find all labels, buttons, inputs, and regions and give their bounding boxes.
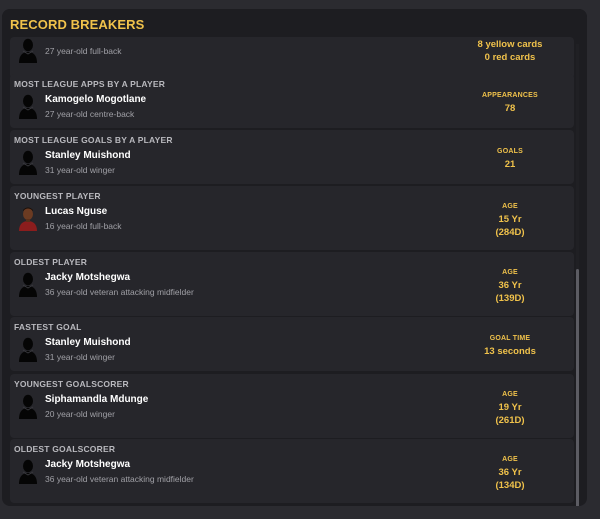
stat-value: 19 Yr [498,402,522,413]
record-category-label: MOST LEAGUE APPS BY A PLAYER [14,79,166,89]
player-photo[interactable] [16,205,40,231]
record-stat: GOALS 21 [450,148,570,171]
record-category-label: YOUNGEST GOALSCORER [14,379,129,389]
stat-value: (284D) [495,227,525,238]
player-description: 31 year-old winger [45,352,115,362]
player-description: 20 year-old winger [45,409,115,419]
record-category-label: FASTEST GOAL [14,322,82,332]
stat-label: GOALS [497,148,523,155]
stat-value: 8 yellow cards [477,39,543,50]
silhouette-icon[interactable] [16,336,40,362]
player-description: 36 year-old veteran attacking midfielder [45,287,194,297]
player-description: 27 year-old full-back [45,46,122,56]
record-breakers-panel: RECORD BREAKERS 27 year-old full-back 8 y… [2,9,587,506]
stat-value: 36 Yr [498,280,522,291]
silhouette-icon[interactable] [16,271,40,297]
player-name-link[interactable]: Stanley Muishond [45,150,131,161]
record-card[interactable]: OLDEST PLAYER Jacky Motshegwa 36 year-old… [10,252,574,316]
silhouette-icon[interactable] [16,458,40,484]
stat-value: 15 Yr [498,214,522,225]
silhouette-icon[interactable] [16,393,40,419]
panel-title: RECORD BREAKERS [10,17,145,32]
stat-value: (261D) [495,415,525,426]
stat-label: AGE [502,203,518,210]
record-category-label: OLDEST GOALSCORER [14,444,116,454]
record-stat: APPEARANCES 78 [450,92,570,115]
scrollbar-thumb[interactable] [576,269,579,506]
record-stat: GOAL TIME 13 seconds [450,335,570,358]
player-description: 16 year-old full-back [45,221,122,231]
silhouette-icon[interactable] [16,149,40,175]
player-name-link[interactable]: Jacky Motshegwa [45,272,130,283]
stat-value: 78 [504,103,516,114]
silhouette-icon[interactable] [16,37,40,63]
record-card[interactable]: MOST LEAGUE APPS BY A PLAYER Kamogelo Mo… [10,74,574,128]
record-stat: AGE 36 Yr (139D) [450,269,570,305]
player-description: 31 year-old winger [45,165,115,175]
record-category-label: MOST LEAGUE GOALS BY A PLAYER [14,135,173,145]
record-card[interactable]: YOUNGEST PLAYER Lucas Nguse 16 year-old f… [10,186,574,250]
player-description: 36 year-old veteran attacking midfielder [45,474,194,484]
stat-value: 36 Yr [498,467,522,478]
stat-value: (139D) [495,293,525,304]
stat-label: AGE [502,391,518,398]
stat-value: 21 [504,159,516,170]
stat-value: (134D) [495,480,525,491]
silhouette-icon[interactable] [16,93,40,119]
player-name-link[interactable]: Siphamandla Mdunge [45,394,148,405]
player-name-link[interactable]: Jacky Motshegwa [45,459,130,470]
record-category-label: OLDEST PLAYER [14,257,88,267]
stat-label: AGE [502,456,518,463]
player-description: 27 year-old centre-back [45,109,135,119]
record-category-label: YOUNGEST PLAYER [14,191,101,201]
record-card[interactable]: MOST LEAGUE GOALS BY A PLAYER Stanley Mu… [10,130,574,184]
record-stat: 8 yellow cards 0 red cards [450,38,570,64]
stat-value: 0 red cards [484,52,536,63]
record-card[interactable]: 27 year-old full-back 8 yellow cards 0 red… [10,37,574,79]
stat-label: APPEARANCES [482,92,538,99]
stat-label: GOAL TIME [489,335,531,342]
record-card[interactable]: OLDEST GOALSCORER Jacky Motshegwa 36 year… [10,439,574,503]
player-name-link[interactable]: Kamogelo Mogotlane [45,94,146,105]
player-name-link[interactable]: Stanley Muishond [45,337,131,348]
stat-value: 13 seconds [484,346,536,357]
player-name-link[interactable]: Lucas Nguse [45,206,107,217]
record-stat: AGE 36 Yr (134D) [450,456,570,492]
record-stat: AGE 15 Yr (284D) [450,203,570,239]
record-card[interactable]: YOUNGEST GOALSCORER Siphamandla Mdunge 20… [10,374,574,438]
stat-label: AGE [502,269,518,276]
record-stat: AGE 19 Yr (261D) [450,391,570,427]
record-card[interactable]: FASTEST GOAL Stanley Muishond 31 year-old… [10,317,574,371]
